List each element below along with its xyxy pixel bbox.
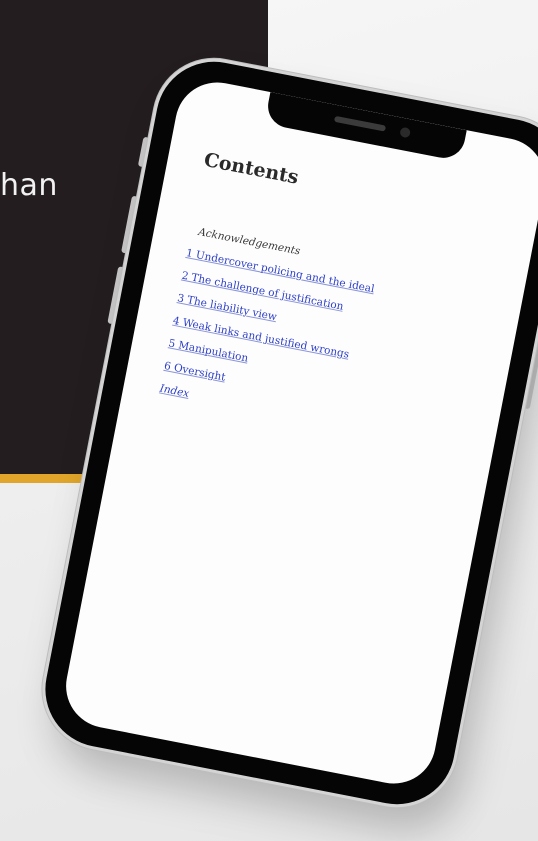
- toc-list: Acknowledgements 1 Undercover policing a…: [159, 223, 507, 456]
- toc-link-chapter-5[interactable]: 5 Manipulation: [167, 337, 249, 364]
- toc-link-index[interactable]: Index: [159, 382, 191, 399]
- speaker-grille: [333, 115, 387, 132]
- phone-notch: [264, 92, 467, 162]
- table-of-contents: Contents Acknowledgements 1 Undercover p…: [157, 149, 521, 465]
- front-camera: [399, 126, 412, 139]
- toc-link-chapter-6[interactable]: 6 Oversight: [163, 360, 226, 384]
- toc-title: Contents: [202, 148, 301, 189]
- book-cover-title-fragment: han: [0, 168, 58, 203]
